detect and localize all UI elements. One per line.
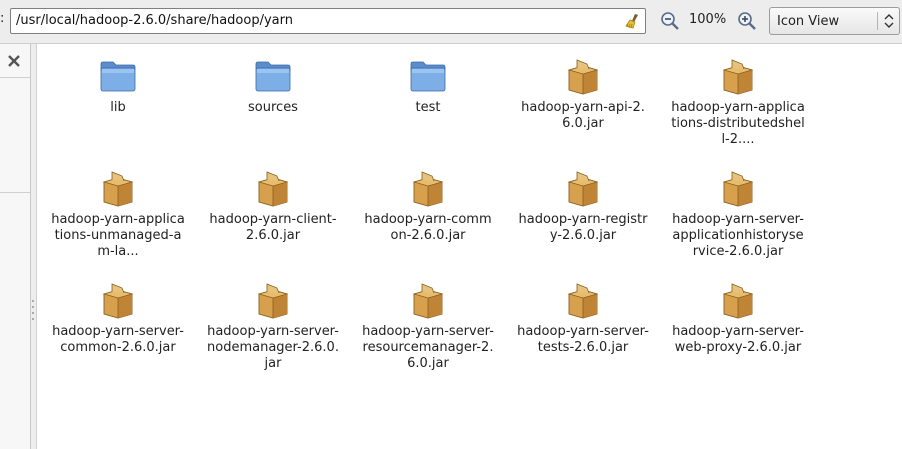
file-name-label: hadoop-yarn-client-2.6.0.jar — [209, 212, 337, 243]
file-item[interactable]: hadoop-yarn-registry-2.6.0.jar — [508, 168, 658, 244]
package-icon — [567, 59, 599, 95]
file-name-label: hadoop-yarn-registry-2.6.0.jar — [518, 212, 648, 243]
side-pane — [0, 44, 31, 449]
file-name-label: hadoop-yarn-applications-distributedshel… — [671, 100, 805, 147]
file-name-label: lib — [110, 100, 126, 115]
close-icon[interactable] — [3, 50, 25, 72]
file-name-label: hadoop-yarn-server-applicationhistoryser… — [672, 212, 804, 259]
select-separator — [877, 12, 878, 30]
file-name-label: hadoop-yarn-applications-unmanaged-am-la… — [51, 212, 185, 259]
folder-item[interactable]: test — [353, 56, 503, 116]
view-mode-value: Icon View — [777, 14, 840, 29]
package-icon — [722, 59, 754, 95]
file-item[interactable]: hadoop-yarn-server-resourcemanager-2.6.0… — [353, 280, 503, 372]
folder-item[interactable]: sources — [198, 56, 348, 116]
zoom-out-icon[interactable] — [660, 11, 680, 31]
package-icon — [412, 283, 444, 319]
package-icon — [412, 171, 444, 207]
location-label: : — [0, 11, 5, 26]
file-item[interactable]: hadoop-yarn-server-nodemanager-2.6.0.jar — [198, 280, 348, 372]
file-name-label: hadoop-yarn-server-web-proxy-2.6.0.jar — [672, 324, 804, 355]
file-name-label: test — [415, 100, 441, 115]
location-entry[interactable]: /usr/local/hadoop-2.6.0/share/hadoop/yar… — [10, 8, 646, 34]
location-path-text[interactable]: /usr/local/hadoop-2.6.0/share/hadoop/yar… — [16, 13, 293, 28]
file-item[interactable]: hadoop-yarn-common-2.6.0.jar — [353, 168, 503, 244]
side-divider — [0, 77, 30, 78]
package-icon — [102, 283, 134, 319]
zoom-level: 100% — [689, 12, 727, 27]
file-item[interactable]: hadoop-yarn-applications-distributedshel… — [663, 56, 813, 148]
location-toolbar: : /usr/local/hadoop-2.6.0/share/hadoop/y… — [0, 0, 902, 44]
broom-icon[interactable] — [624, 12, 642, 30]
package-icon — [722, 283, 754, 319]
view-mode-select[interactable]: Icon View — [769, 7, 900, 35]
file-name-label: hadoop-yarn-common-2.6.0.jar — [364, 212, 492, 243]
file-name-label: hadoop-yarn-server-tests-2.6.0.jar — [517, 324, 649, 355]
file-name-label: hadoop-yarn-api-2.6.0.jar — [521, 100, 645, 131]
file-item[interactable]: hadoop-yarn-server-common-2.6.0.jar — [43, 280, 193, 356]
pane-resize-handle[interactable] — [31, 300, 35, 330]
file-item[interactable]: hadoop-yarn-server-applicationhistoryser… — [663, 168, 813, 260]
file-icon-view[interactable]: lib sources test hadoop-yarn-api-2.6.0.j… — [36, 44, 902, 449]
file-name-label: hadoop-yarn-server-nodemanager-2.6.0.jar — [207, 324, 339, 371]
package-icon — [722, 171, 754, 207]
file-name-label: sources — [248, 100, 298, 115]
folder-icon — [410, 61, 446, 92]
zoom-in-icon[interactable] — [737, 11, 757, 31]
file-item[interactable]: hadoop-yarn-api-2.6.0.jar — [508, 56, 658, 132]
file-item[interactable]: hadoop-yarn-server-tests-2.6.0.jar — [508, 280, 658, 356]
updown-arrows-icon — [883, 13, 895, 29]
folder-item[interactable]: lib — [43, 56, 193, 116]
file-name-label: hadoop-yarn-server-resourcemanager-2.6.0… — [362, 324, 494, 371]
file-item[interactable]: hadoop-yarn-client-2.6.0.jar — [198, 168, 348, 244]
folder-icon — [255, 61, 291, 92]
folder-icon — [100, 61, 136, 92]
package-icon — [567, 171, 599, 207]
file-item[interactable]: hadoop-yarn-applications-unmanaged-am-la… — [43, 168, 193, 260]
package-icon — [567, 283, 599, 319]
package-icon — [257, 283, 289, 319]
file-name-label: hadoop-yarn-server-common-2.6.0.jar — [52, 324, 184, 355]
side-divider — [0, 192, 30, 193]
file-item[interactable]: hadoop-yarn-server-web-proxy-2.6.0.jar — [663, 280, 813, 356]
package-icon — [102, 171, 134, 207]
package-icon — [257, 171, 289, 207]
